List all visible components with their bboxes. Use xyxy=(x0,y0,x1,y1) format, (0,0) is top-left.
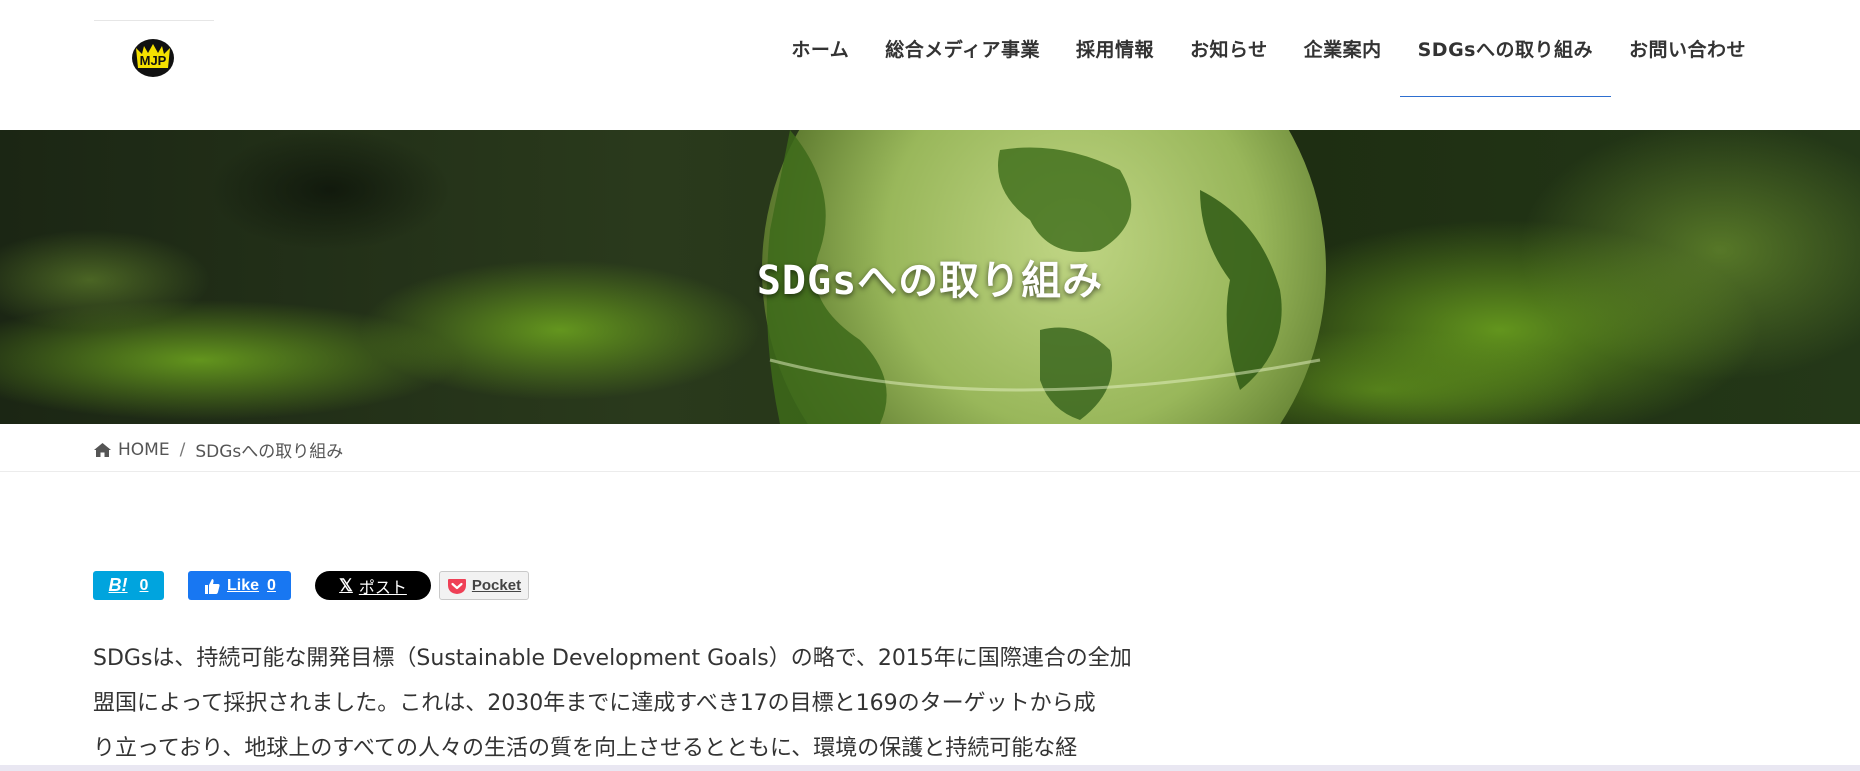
facebook-like-label: Like xyxy=(227,576,260,594)
site-header: MJP ホーム 総合メディア事業 採用情報 お知らせ 企業案内 SDGsへの取り… xyxy=(0,0,1860,130)
article-body: SDGsは、持続可能な開発目標（Sustainable Development … xyxy=(93,636,1203,771)
site-logo[interactable]: MJP xyxy=(130,38,176,78)
nav-item-recruit[interactable]: 採用情報 xyxy=(1058,0,1172,97)
hero-banner: SDGsへの取り組み xyxy=(0,130,1860,424)
breadcrumb: HOME / SDGsへの取り組み xyxy=(93,437,343,462)
share-buttons: B! 0 Like 0 𝕏 ポスト Pocket xyxy=(93,571,529,600)
thumbs-up-icon xyxy=(205,578,220,594)
window-bottom-edge xyxy=(0,765,1860,771)
nav-item-contact[interactable]: お問い合わせ xyxy=(1611,0,1764,97)
x-logo-icon: 𝕏 xyxy=(339,575,353,595)
hatena-count: 0 xyxy=(139,576,149,594)
pocket-icon xyxy=(447,578,466,594)
hatena-bookmark-icon: B! xyxy=(108,575,128,595)
header-divider xyxy=(94,20,214,21)
pocket-label: Pocket xyxy=(471,577,522,594)
breadcrumb-bar: HOME / SDGsへの取り組み xyxy=(0,424,1860,472)
facebook-like-button[interactable]: Like 0 xyxy=(188,571,291,600)
x-post-button[interactable]: 𝕏 ポスト xyxy=(315,571,431,600)
nav-item-company[interactable]: 企業案内 xyxy=(1286,0,1400,97)
page-title: SDGsへの取り組み xyxy=(756,258,1104,304)
global-nav: ホーム 総合メディア事業 採用情報 お知らせ 企業案内 SDGsへの取り組み お… xyxy=(773,0,1764,130)
nav-item-news[interactable]: お知らせ xyxy=(1172,0,1286,97)
logo-text: MJP xyxy=(140,53,167,68)
nav-item-sdgs[interactable]: SDGsへの取り組み xyxy=(1399,0,1611,97)
logo-icon: MJP xyxy=(132,39,174,77)
paragraph-line: 盟国によって採択されました。これは、2030年までに達成すべき17の目標と169… xyxy=(93,691,1096,716)
breadcrumb-separator: / xyxy=(179,439,186,460)
x-post-label: ポスト xyxy=(358,579,407,597)
facebook-like-count: 0 xyxy=(267,576,276,594)
home-icon xyxy=(94,442,111,457)
paragraph-line: SDGsは、持続可能な開発目標（Sustainable Development … xyxy=(93,646,1132,671)
nav-item-home[interactable]: ホーム xyxy=(773,0,867,97)
nav-item-media[interactable]: 総合メディア事業 xyxy=(867,0,1058,97)
pocket-button[interactable]: Pocket xyxy=(439,571,529,600)
hatena-bookmark-button[interactable]: B! 0 xyxy=(93,571,164,600)
breadcrumb-current: SDGsへの取り組み xyxy=(195,442,344,462)
breadcrumb-home-link[interactable]: HOME xyxy=(118,440,170,460)
